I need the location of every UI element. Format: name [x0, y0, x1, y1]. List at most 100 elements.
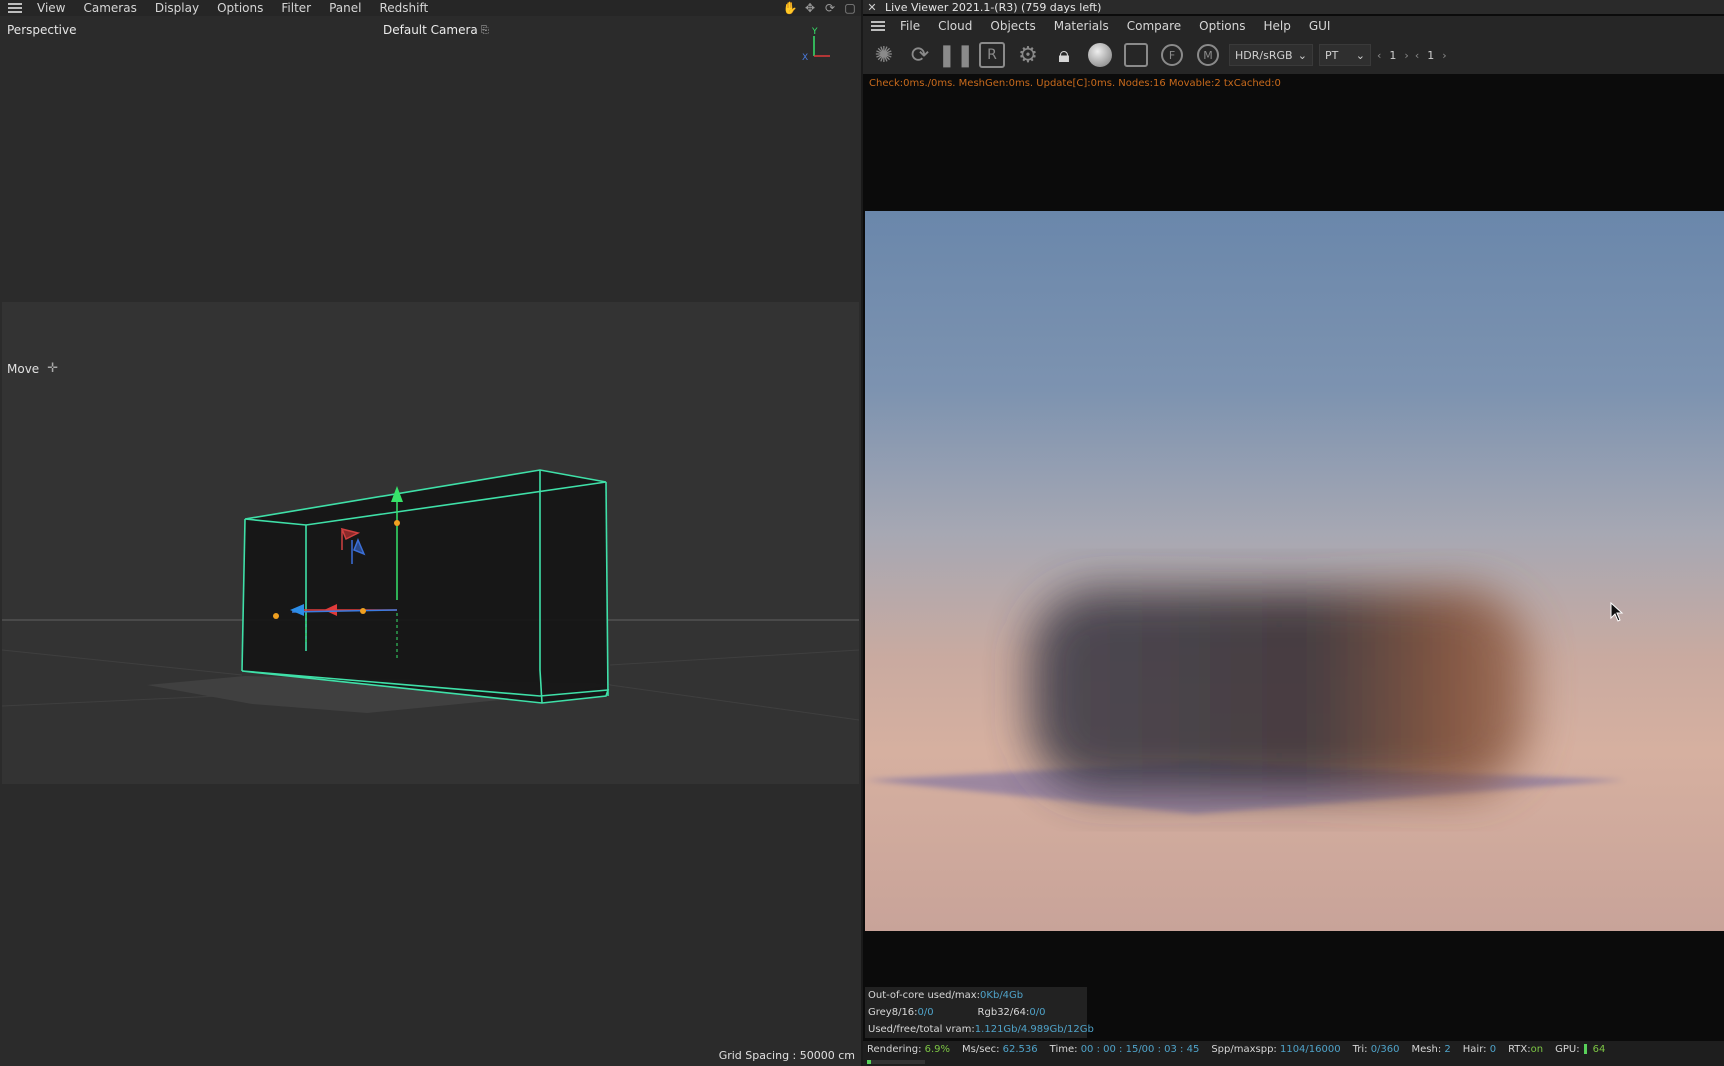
ooc-value: 0Kb/4Gb — [980, 990, 1024, 1001]
vram-label: Used/free/total vram: — [868, 1024, 975, 1035]
status-spp: Spp/maxspp: 1104/16000 — [1211, 1044, 1341, 1055]
counter-2-value: 1 — [1427, 48, 1435, 62]
settings-gear-icon[interactable]: ⚙ — [1013, 40, 1043, 70]
chevron-right-icon[interactable]: › — [1442, 49, 1446, 62]
render-stats-line: Check:0ms./0ms. MeshGen:0ms. Update[C]:0… — [869, 78, 1281, 89]
rotate-icon[interactable]: ⟳ — [823, 1, 837, 15]
gizmo-handle[interactable] — [394, 520, 400, 526]
render-progress-bar — [867, 1060, 925, 1064]
volume-fill — [242, 470, 608, 703]
close-icon[interactable]: ✕ — [865, 1, 879, 14]
chevron-down-icon: ⌄ — [1297, 48, 1307, 62]
menu-display[interactable]: Display — [146, 0, 208, 16]
refresh-icon[interactable]: ⟳ — [905, 40, 935, 70]
menu-options[interactable]: Options — [1190, 18, 1254, 34]
status-tri: Tri: 0/360 — [1352, 1044, 1400, 1055]
viewport-menubar: View Cameras Display Options Filter Pane… — [0, 0, 861, 16]
render-progress-fill — [867, 1060, 871, 1064]
status-line: Rendering: 6.9% Ms/sec: 62.536 Time: 00 … — [867, 1044, 1605, 1055]
render-cloud-volume — [1030, 589, 1530, 791]
chevron-left-icon[interactable]: ‹ — [1377, 49, 1381, 62]
status-gpu: GPU: 64 — [1555, 1044, 1606, 1055]
viewport-name[interactable]: Perspective — [7, 23, 77, 37]
camera-selector[interactable]: Default Camera ⎘ — [383, 23, 489, 37]
viewport-panel: View Cameras Display Options Filter Pane… — [0, 0, 861, 1066]
counter-stepper-2[interactable]: ‹ 1 › — [1415, 49, 1447, 62]
m-pin-icon[interactable]: M — [1193, 40, 1223, 70]
texture-row: Grey8/16: 0/0 Rgb32/64: 0/0 — [865, 1004, 1087, 1021]
render-image — [865, 589, 1625, 814]
live-viewer-panel: ✕ Live Viewer 2021.1-(R3) (759 days left… — [861, 0, 1724, 1066]
menu-cameras[interactable]: Cameras — [74, 0, 145, 16]
tool-name: Move — [7, 361, 40, 376]
grid-line — [609, 684, 859, 721]
gpu-usage-bar — [1583, 1044, 1587, 1054]
status-rtx: RTX:on — [1508, 1044, 1544, 1055]
grid-line — [2, 649, 243, 676]
gizmo-handle[interactable] — [273, 613, 279, 619]
region-icon[interactable] — [1121, 40, 1151, 70]
render-status-bar: Rendering: 6.9% Ms/sec: 62.536 Time: 00 … — [863, 1041, 1724, 1066]
hamburger-menu-icon[interactable] — [8, 3, 22, 13]
material-sphere-icon[interactable] — [1085, 40, 1115, 70]
f-pin-icon[interactable]: F — [1157, 40, 1187, 70]
live-viewer-toolbar: ✺ ⟳ ❚❚ R ⚙ 🔒︎ F M HDR/sRGB ⌄ PT ⌄ ‹ 1 › … — [863, 36, 1724, 74]
status-mesh: Mesh: 2 — [1411, 1044, 1451, 1055]
perspective-viewport[interactable]: Perspective Default Camera ⎘ Y X Move ✛ … — [2, 20, 859, 1064]
chevron-left-icon[interactable]: ‹ — [1415, 49, 1419, 62]
hamburger-menu-icon[interactable] — [871, 21, 885, 31]
live-viewer-titlebar: ✕ Live Viewer 2021.1-(R3) (759 days left… — [863, 0, 1724, 14]
menu-materials[interactable]: Materials — [1045, 18, 1118, 34]
out-of-core-row: Out-of-core used/max: 0Kb/4Gb — [865, 987, 1087, 1004]
menu-filter[interactable]: Filter — [272, 0, 320, 16]
status-hair: Hair: 0 — [1462, 1044, 1497, 1055]
live-viewer-title: Live Viewer 2021.1-(R3) (759 days left) — [885, 0, 1102, 14]
counter-1-value: 1 — [1389, 48, 1397, 62]
menu-redshift[interactable]: Redshift — [370, 0, 437, 16]
chevron-down-icon: ⌄ — [1355, 48, 1365, 62]
rgb-value: 0/0 — [1029, 1007, 1046, 1018]
r-region-icon[interactable]: R — [977, 40, 1007, 70]
counter-stepper-1[interactable]: ‹ 1 › — [1377, 49, 1409, 62]
status-time: Time: 00 : 00 : 15/00 : 03 : 45 — [1049, 1044, 1200, 1055]
status-rendering: Rendering: 6.9% — [867, 1044, 951, 1055]
move-arrows-icon[interactable]: ✥ — [803, 1, 817, 15]
gizmo-handle[interactable] — [360, 608, 366, 614]
pause-icon[interactable]: ❚❚ — [938, 40, 975, 70]
menu-help[interactable]: Help — [1254, 18, 1299, 34]
viewport-nav-icons: ✋ ✥ ⟳ ▢ — [783, 0, 857, 16]
vram-value: 1.121Gb/4.989Gb/12Gb — [974, 1024, 1094, 1035]
status-ms-sec: Ms/sec: 62.536 — [962, 1044, 1038, 1055]
axis-y-label: Y — [811, 27, 818, 37]
move-tool-icon: ✛ — [47, 361, 59, 376]
menu-file[interactable]: File — [891, 18, 929, 34]
render-view[interactable] — [865, 211, 1724, 931]
menu-view[interactable]: View — [28, 0, 74, 16]
maximize-icon[interactable]: ▢ — [843, 1, 857, 15]
viewport-scene[interactable] — [2, 20, 859, 1064]
mouse-cursor-icon — [1610, 602, 1624, 622]
axis-x-label: X — [802, 53, 808, 63]
kernel-select[interactable]: PT ⌄ — [1319, 44, 1371, 66]
axis-orientation-widget: Y X — [802, 27, 830, 63]
menu-panel[interactable]: Panel — [320, 0, 370, 16]
menu-gui[interactable]: GUI — [1300, 18, 1340, 34]
live-viewer-menubar: File Cloud Objects Materials Compare Opt… — [863, 16, 1724, 36]
vram-row: Used/free/total vram: 1.121Gb/4.989Gb/12… — [865, 1021, 1094, 1038]
menu-cloud[interactable]: Cloud — [929, 18, 981, 34]
grid-line — [609, 649, 859, 666]
menu-compare[interactable]: Compare — [1118, 18, 1190, 34]
hand-pan-icon[interactable]: ✋ — [783, 1, 798, 15]
ooc-label: Out-of-core used/max: — [868, 990, 981, 1001]
menu-objects[interactable]: Objects — [981, 18, 1044, 34]
color-mode-select[interactable]: HDR/sRGB ⌄ — [1229, 44, 1313, 66]
color-mode-value: HDR/sRGB — [1235, 48, 1293, 62]
camera-icon: ⎘ — [480, 24, 489, 36]
lock-icon[interactable]: 🔒︎ — [1049, 40, 1079, 70]
grey-value: 0/0 — [917, 1007, 934, 1018]
render-settings-icon[interactable]: ✺ — [869, 40, 899, 70]
menu-options[interactable]: Options — [208, 0, 272, 16]
chevron-right-icon[interactable]: › — [1404, 49, 1408, 62]
memory-info-panel: Out-of-core used/max: 0Kb/4Gb Grey8/16: … — [865, 987, 1094, 1038]
kernel-value: PT — [1325, 48, 1339, 62]
